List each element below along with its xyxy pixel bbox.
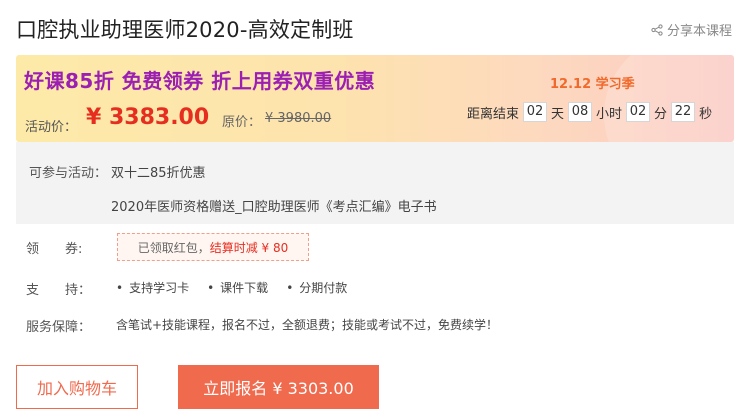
guarantee-text: 含笔试+技能课程，报名不过，全额退费；技能或考试不过，免费续学！ — [116, 318, 499, 332]
support-list: 支持学习卡 课件下载 分期付款 — [116, 279, 347, 296]
promo-banner: 好课85折 免费领券 折上用券双重优惠 12.12 学习季 活动价： ¥ 338… — [16, 55, 734, 142]
countdown-hours-unit: 小时 — [596, 106, 623, 122]
countdown-timer: 距离结束 02 天 08 小时 02 分 22 秒 — [467, 102, 712, 122]
guarantee-label: 服务保障： — [26, 320, 92, 335]
activity-price-label: 活动价： — [25, 120, 78, 135]
banner-decoration — [604, 55, 734, 142]
share-icon — [651, 23, 663, 36]
course-title: 口腔执业助理医师2020-高效定制班 — [16, 18, 354, 42]
season-tag: 12.12 学习季 — [550, 77, 635, 92]
countdown-seconds: 22 — [671, 102, 696, 122]
original-price-label: 原价： — [222, 115, 262, 130]
activity-panel: 可参与活动： 双十二85折优惠 2020年医师资格赠送_口腔助理医师《考点汇编》… — [16, 142, 734, 224]
activity-price: ¥ 3383.00 — [86, 105, 210, 130]
add-to-cart-button[interactable]: 加入购物车 — [16, 365, 138, 409]
countdown-minutes: 02 — [626, 102, 651, 122]
countdown-days: 02 — [523, 102, 548, 122]
countdown-days-unit: 天 — [551, 106, 565, 122]
share-label: 分享本课程 — [666, 24, 732, 39]
activity-item: 2020年医师资格赠送_口腔助理医师《考点汇编》电子书 — [111, 200, 437, 215]
original-price: ¥ 3980.00 — [265, 111, 332, 126]
coupon-label: 领 券: — [26, 242, 83, 257]
countdown-seconds-unit: 秒 — [699, 106, 713, 122]
countdown-hours: 08 — [568, 102, 593, 122]
activity-item: 双十二85折优惠 — [111, 166, 206, 181]
share-course-link[interactable]: 分享本课程 — [651, 20, 732, 39]
support-item: 支持学习卡 — [116, 279, 189, 296]
countdown-minutes-unit: 分 — [654, 106, 668, 122]
support-item: 分期付款 — [286, 279, 347, 296]
coupon-text: 已领取红包， — [137, 240, 210, 255]
enroll-now-button[interactable]: 立即报名 ¥ 3303.00 — [178, 365, 379, 409]
support-label: 支 持： — [26, 283, 92, 298]
activity-label: 可参与活动： — [29, 166, 108, 181]
coupon-highlight: 结算时减 ¥ 80 — [209, 240, 289, 255]
countdown-label: 距离结束 — [467, 106, 520, 122]
coupon-badge[interactable]: 已领取红包， 结算时减 ¥ 80 — [117, 233, 309, 261]
promo-headline: 好课85折 免费领券 折上用券双重优惠 — [24, 69, 376, 93]
support-item: 课件下载 — [207, 279, 268, 296]
